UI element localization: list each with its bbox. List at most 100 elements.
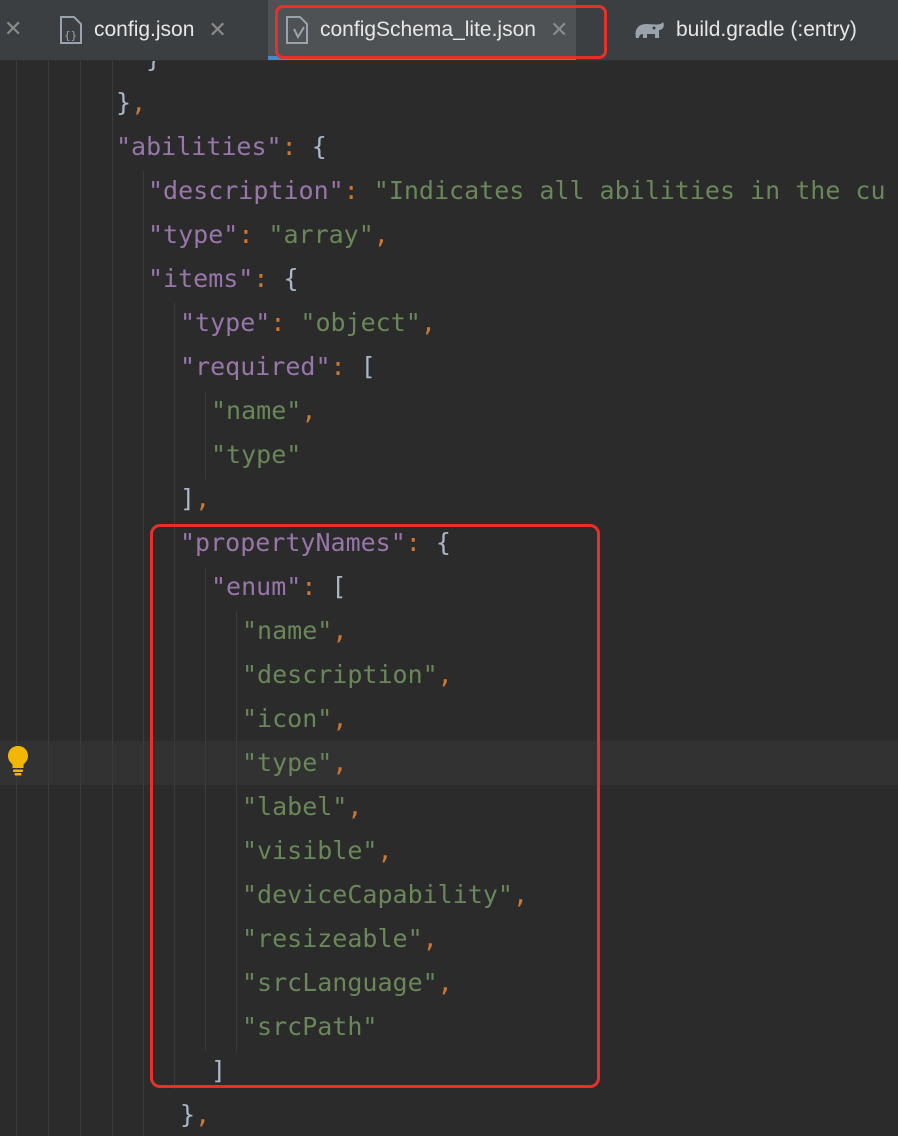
code-token: "icon" bbox=[242, 704, 333, 733]
code-line: "type": "object", bbox=[180, 301, 436, 345]
code-token: "array" bbox=[268, 220, 374, 249]
code-token: : bbox=[405, 528, 436, 557]
code-line: "propertyNames": { bbox=[180, 521, 451, 565]
code-line: } bbox=[146, 61, 161, 81]
code-line: "srcPath" bbox=[242, 1005, 377, 1049]
code-token: , bbox=[131, 88, 147, 117]
editor-tab-bar: ✕ {} config.json ✕ configSchema_lite.jso… bbox=[0, 0, 898, 61]
code-token: , bbox=[347, 792, 363, 821]
code-token: ] bbox=[180, 484, 196, 513]
code-line: "visible", bbox=[242, 829, 393, 873]
code-line: "type": "array", bbox=[148, 213, 389, 257]
code-token: , bbox=[437, 968, 453, 997]
code-token: , bbox=[332, 748, 348, 777]
code-token: "type" bbox=[211, 440, 302, 469]
code-token: "items" bbox=[148, 264, 254, 293]
code-editor[interactable]: }},"abilities": {"description": "Indicat… bbox=[0, 61, 898, 1136]
code-token: : bbox=[281, 132, 312, 161]
tab-config-schema-lite-json[interactable]: configSchema_lite.json ✕ bbox=[268, 0, 577, 60]
code-token: "Indicates all abilities in the cu bbox=[373, 176, 886, 205]
code-token: , bbox=[377, 836, 393, 865]
code-token: , bbox=[512, 880, 528, 909]
indent-guide bbox=[174, 303, 175, 1089]
code-token: "name" bbox=[211, 396, 302, 425]
code-token: , bbox=[437, 660, 453, 689]
code-token: } bbox=[146, 61, 161, 73]
code-line: "description": "Indicates all abilities … bbox=[148, 169, 886, 213]
code-line: ], bbox=[180, 477, 210, 521]
tab-label: build.gradle (:entry) bbox=[676, 18, 857, 41]
previous-tab-close-icon[interactable]: ✕ bbox=[4, 17, 22, 42]
code-token: "description" bbox=[242, 660, 438, 689]
code-token: "type" bbox=[148, 220, 239, 249]
code-token: "visible" bbox=[242, 836, 378, 865]
code-line: "resizeable", bbox=[242, 917, 438, 961]
tab-close-icon[interactable]: ✕ bbox=[550, 18, 568, 43]
code-token: { bbox=[283, 264, 299, 293]
code-token: , bbox=[373, 220, 389, 249]
code-token: , bbox=[332, 616, 348, 645]
code-line: "name", bbox=[242, 609, 347, 653]
indent-guide bbox=[205, 391, 206, 479]
code-token: "name" bbox=[242, 616, 333, 645]
tab-label: config.json bbox=[94, 18, 195, 41]
current-line-highlight bbox=[0, 741, 898, 785]
code-token: "deviceCapability" bbox=[242, 880, 513, 909]
code-token: : bbox=[238, 220, 269, 249]
svg-text:{}: {} bbox=[64, 29, 77, 42]
code-token: , bbox=[422, 924, 438, 953]
indent-guide bbox=[80, 61, 81, 1136]
code-line: "abilities": { bbox=[116, 125, 327, 169]
code-token: { bbox=[435, 528, 451, 557]
code-token: "abilities" bbox=[116, 132, 282, 161]
code-token: , bbox=[332, 704, 348, 733]
code-token: ] bbox=[211, 1056, 227, 1085]
tab-config-json[interactable]: {} config.json ✕ bbox=[58, 0, 227, 60]
indent-guide bbox=[143, 171, 144, 1136]
code-line: "enum": [ bbox=[211, 565, 346, 609]
code-line: "items": { bbox=[148, 257, 299, 301]
code-line: "icon", bbox=[242, 697, 347, 741]
code-token: "type" bbox=[242, 748, 333, 777]
active-tab-indicator bbox=[268, 56, 577, 60]
json-file-icon: {} bbox=[60, 16, 82, 44]
code-line: "name", bbox=[211, 389, 316, 433]
code-line: "type", bbox=[242, 741, 347, 785]
code-token: "label" bbox=[242, 792, 348, 821]
code-token: : bbox=[330, 352, 361, 381]
code-token: "srcPath" bbox=[242, 1012, 378, 1041]
gradle-elephant-icon bbox=[635, 22, 664, 38]
code-token: "propertyNames" bbox=[180, 528, 406, 557]
code-token: , bbox=[420, 308, 436, 337]
code-token: } bbox=[116, 88, 132, 117]
code-token: "srcLanguage" bbox=[242, 968, 438, 997]
tab-build-gradle[interactable]: build.gradle (:entry) bbox=[632, 0, 857, 60]
code-line: "deviceCapability", bbox=[242, 873, 528, 917]
code-token: , bbox=[195, 1100, 211, 1129]
tab-close-icon[interactable]: ✕ bbox=[208, 18, 226, 43]
indent-guide bbox=[16, 61, 17, 1136]
code-token: "type" bbox=[180, 308, 271, 337]
indent-guide bbox=[205, 567, 206, 1051]
code-token: , bbox=[195, 484, 211, 513]
tab-label: configSchema_lite.json bbox=[320, 18, 536, 41]
code-token: [ bbox=[331, 572, 347, 601]
json-file-icon bbox=[286, 16, 308, 44]
code-token: "required" bbox=[180, 352, 331, 381]
code-token: : bbox=[253, 264, 284, 293]
code-line: ] bbox=[211, 1049, 226, 1093]
code-token: { bbox=[311, 132, 327, 161]
code-line: "type" bbox=[211, 433, 301, 477]
code-line: "srcLanguage", bbox=[242, 961, 453, 1005]
code-token: } bbox=[180, 1100, 196, 1129]
intention-bulb-icon[interactable] bbox=[6, 744, 30, 776]
code-token: "description" bbox=[148, 176, 344, 205]
indent-guide bbox=[236, 611, 237, 1051]
code-token: , bbox=[301, 396, 317, 425]
code-line: "label", bbox=[242, 785, 362, 829]
indent-guide bbox=[48, 61, 49, 1136]
code-line: }, bbox=[116, 81, 146, 125]
code-token: [ bbox=[360, 352, 376, 381]
code-token: : bbox=[301, 572, 332, 601]
code-line: "required": [ bbox=[180, 345, 376, 389]
